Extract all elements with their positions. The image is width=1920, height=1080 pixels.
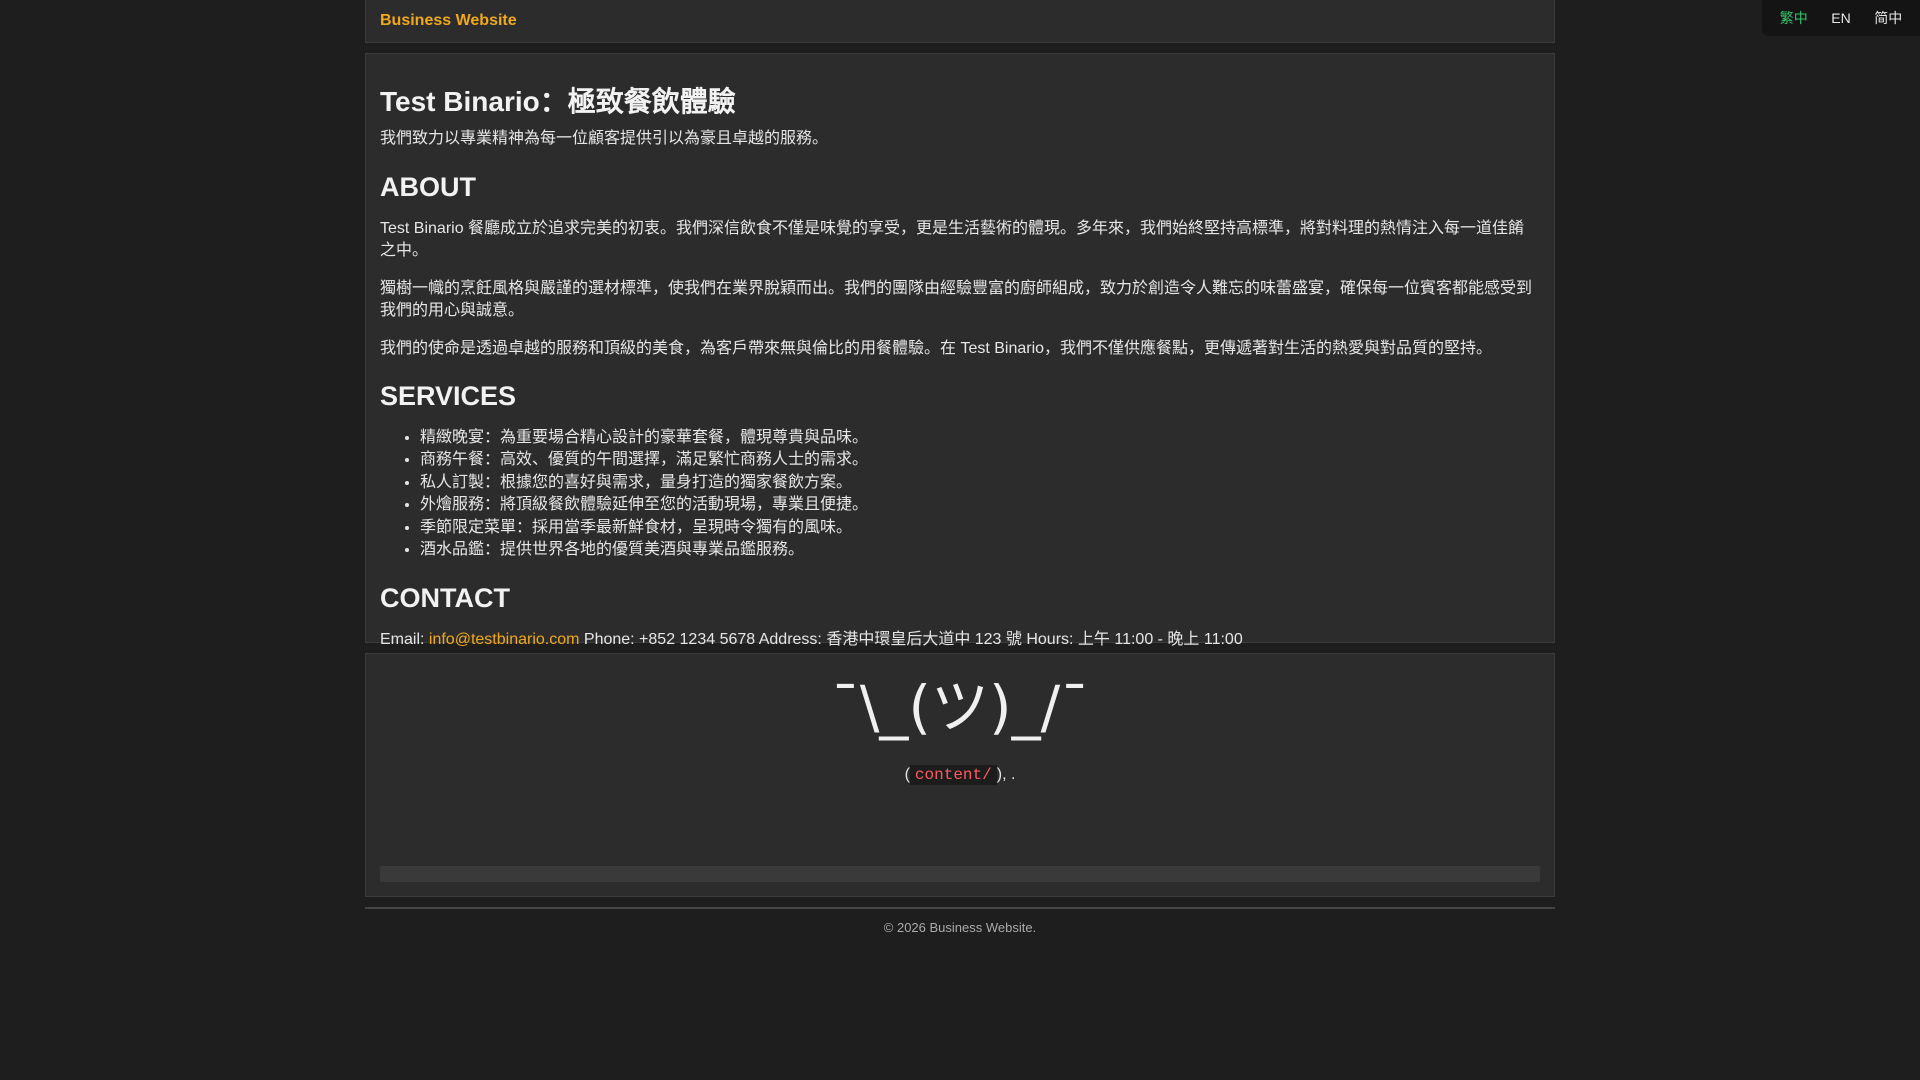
- lang-simplified-chinese[interactable]: 简中: [1874, 8, 1902, 28]
- contact-line: Email: info@testbinario.com Phone: +852 …: [380, 629, 1540, 651]
- content-path-code: content/: [909, 765, 997, 785]
- main-content: Test Binario：極致餐飲體驗 我們致力以專業精神為每一位顧客提供引以為…: [365, 53, 1555, 648]
- services-heading: SERVICES: [380, 381, 517, 411]
- site-header: Business Website: [365, 0, 1555, 43]
- service-item: 精緻晚宴：為重要場合精心設計的豪華套餐，體現尊貴與品味。: [420, 427, 1540, 449]
- page: 繁中 EN 简中 Business Website Test Binario：極…: [0, 0, 1920, 1080]
- service-item: 季節限定菜單：採用當季最新鮮食材，呈現時令獨有的風味。: [420, 517, 1540, 539]
- service-item: 外燴服務：將頂級餐飲體驗延伸至您的活動現場，專業且便捷。: [420, 494, 1540, 516]
- shrug-card: ¯\_(ツ)_/¯ (content/), .: [365, 653, 1555, 897]
- brand-link[interactable]: Business Website: [380, 12, 517, 30]
- lang-english[interactable]: EN: [1831, 10, 1850, 26]
- contact-details: Phone: +852 1234 5678 Address: 香港中環皇后大道中…: [583, 631, 1243, 649]
- shrug-emoticon: ¯\_(ツ)_/¯: [830, 673, 1090, 741]
- page-lede: 我們致力以專業精神為每一位顧客提供引以為豪且卓越的服務。: [380, 130, 829, 147]
- language-switcher: 繁中 EN 简中: [1762, 0, 1920, 36]
- email-label: Email:: [380, 631, 425, 649]
- service-item: 私人訂製：根據您的喜好與需求，量身打造的獨家餐飲方案。: [420, 472, 1540, 494]
- about-heading: ABOUT: [380, 172, 476, 202]
- shrug-note-close: ), .: [996, 766, 1016, 783]
- placeholder-bar: [380, 866, 1540, 882]
- contact-heading: CONTACT: [380, 583, 510, 614]
- page-title: Test Binario：極致餐飲體驗: [380, 86, 736, 117]
- email-link[interactable]: info@testbinario.com: [429, 631, 580, 648]
- site-footer: © 2026 Business Website.: [365, 907, 1555, 935]
- service-item: 商務午餐：高效、優質的午間選擇，滿足繁忙商務人士的需求。: [420, 449, 1540, 471]
- lang-traditional-chinese[interactable]: 繁中: [1780, 8, 1808, 28]
- about-paragraph: 我們的使命是透過卓越的服務和頂級的美食，為客戶帶來無與倫比的用餐體驗。在 Tes…: [380, 340, 1493, 357]
- service-item: 酒水品鑑：提供世界各地的優質美酒與專業品鑑服務。: [420, 539, 1540, 561]
- services-list: 精緻晚宴：為重要場合精心設計的豪華套餐，體現尊貴與品味。 商務午餐：高效、優質的…: [380, 427, 1540, 561]
- copyright-text: © 2026 Business Website.: [883, 920, 1037, 935]
- shrug-note: (content/), .: [380, 765, 1540, 785]
- about-paragraph: Test Binario 餐廳成立於追求完美的初衷。我們深信飲食不僅是味覺的享受…: [380, 220, 1525, 259]
- about-paragraph: 獨樹一幟的烹飪風格與嚴謹的選材標準，使我們在業界脫穎而出。我們的團隊由經驗豐富的…: [380, 280, 1533, 319]
